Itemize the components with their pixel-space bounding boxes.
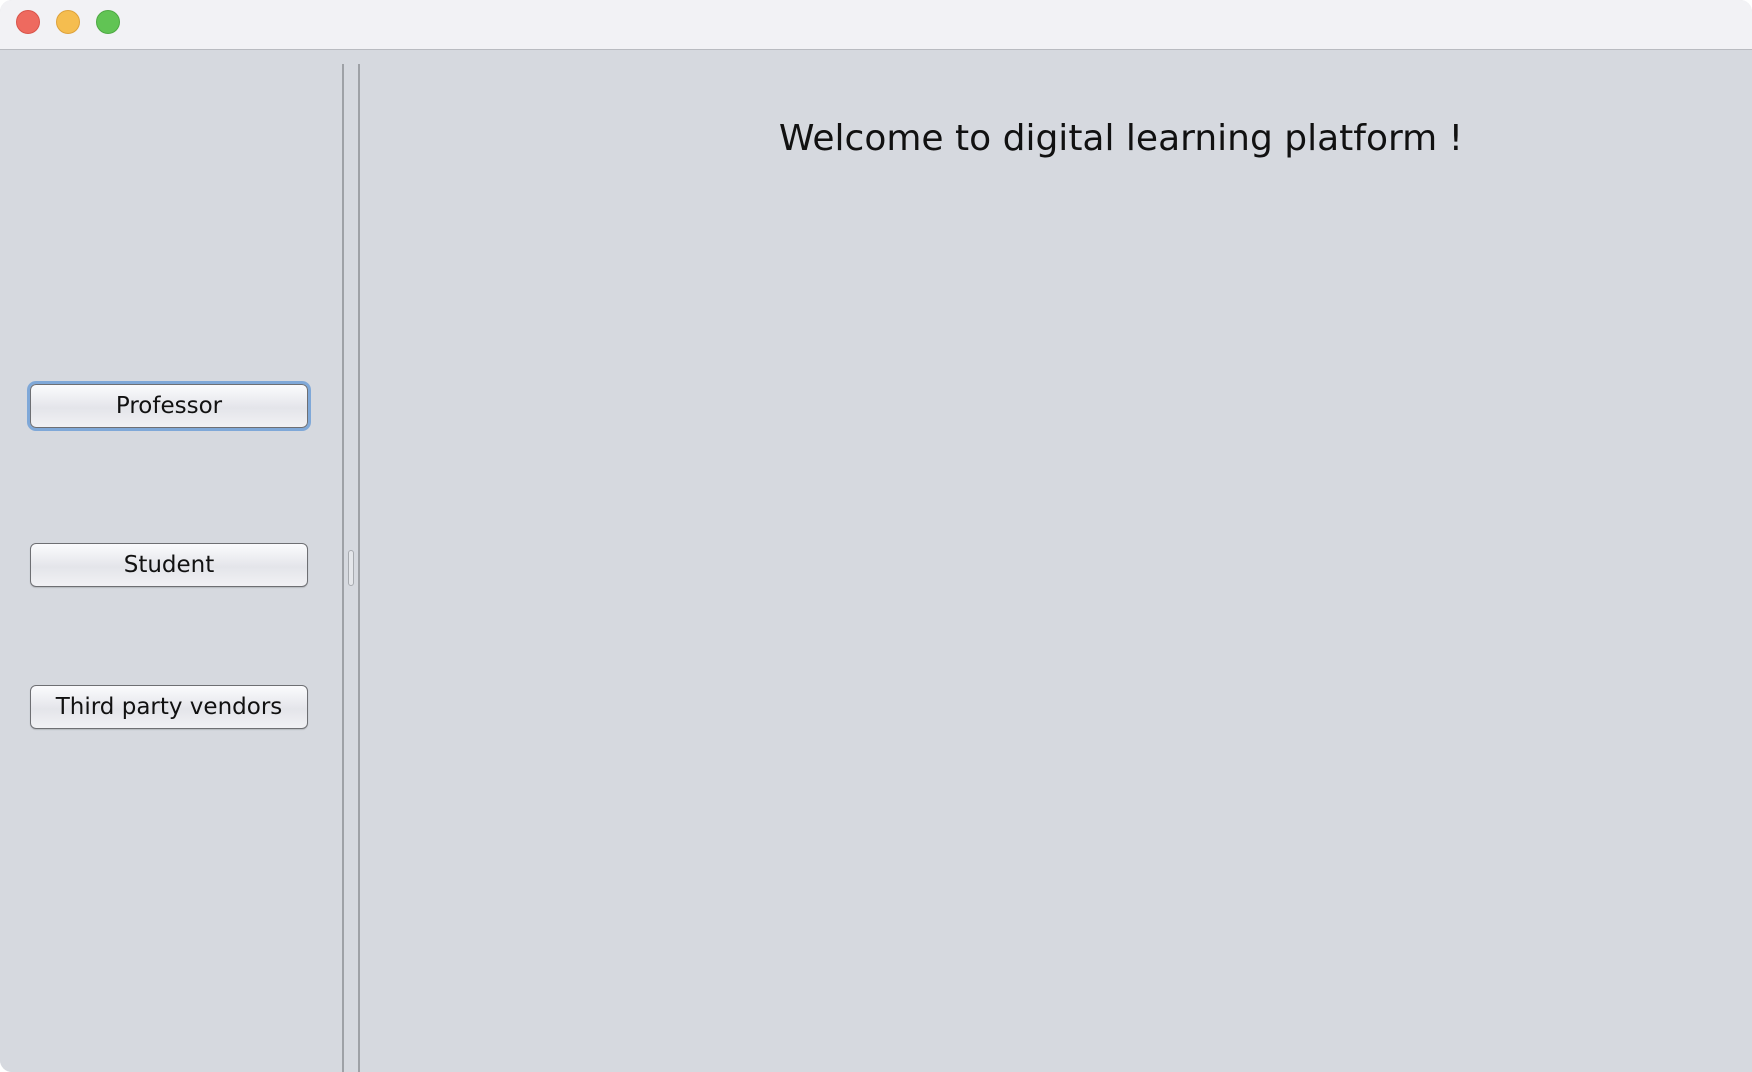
split-pane-divider[interactable] bbox=[342, 64, 360, 1072]
app-window: Professor Student Third party vendors We… bbox=[0, 0, 1752, 1072]
third-party-vendors-button[interactable]: Third party vendors bbox=[30, 685, 308, 729]
main-panel: Welcome to digital learning platform ! bbox=[360, 50, 1752, 1072]
welcome-heading: Welcome to digital learning platform ! bbox=[778, 118, 1464, 159]
title-bar bbox=[0, 0, 1752, 50]
divider-grip-handle[interactable] bbox=[348, 550, 354, 586]
professor-button[interactable]: Professor bbox=[27, 381, 311, 431]
close-icon[interactable] bbox=[16, 10, 40, 34]
zoom-icon[interactable] bbox=[96, 10, 120, 34]
student-button[interactable]: Student bbox=[30, 543, 308, 587]
minimize-icon[interactable] bbox=[56, 10, 80, 34]
